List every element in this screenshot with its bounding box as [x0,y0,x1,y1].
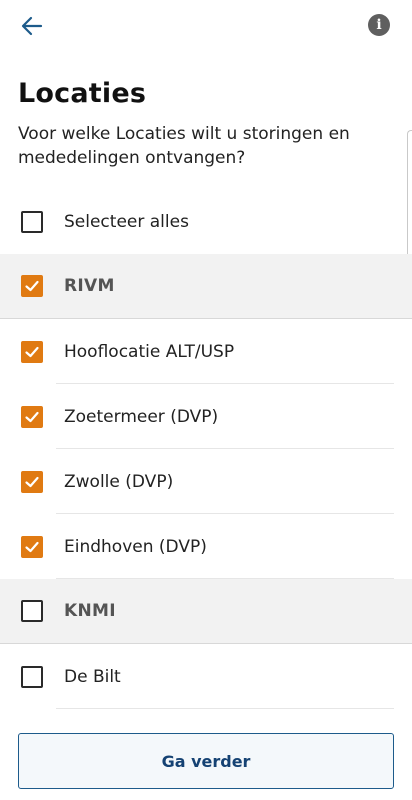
location-checkbox[interactable] [21,535,43,558]
group-checkbox[interactable] [21,275,43,297]
location-label: Eindhoven (DVP) [64,536,207,557]
checkmark-icon [25,346,39,357]
location-label: Hooflocatie ALT/USP [64,341,235,362]
location-checkbox[interactable] [21,470,43,493]
location-rows: RIVM Hooflocatie ALT/USP Zoetermeer (DVP) Z… [0,254,412,709]
location-item-row[interactable]: De Bilt [0,644,412,709]
info-circle-icon: i [376,17,382,33]
group-label: KNMI [64,601,116,621]
location-item-row[interactable]: Zwolle (DVP) [0,449,412,514]
select-all-row[interactable]: Selecteer alles [0,190,412,254]
top-bar: i [0,0,412,54]
location-checkbox[interactable] [21,340,43,363]
location-item-row[interactable]: Zoetermeer (DVP) [0,384,412,449]
arrow-left-icon [21,16,43,36]
continue-button-label: Ga verder [161,751,251,771]
location-checkbox[interactable] [21,665,43,688]
location-label: Zoetermeer (DVP) [64,406,219,427]
continue-button[interactable]: Ga verder [18,733,394,789]
back-button[interactable] [14,10,50,42]
location-group-row[interactable]: RIVM [0,254,412,319]
select-all-checkbox[interactable] [21,211,43,233]
location-checkbox[interactable] [21,405,43,428]
group-label: RIVM [64,276,115,296]
location-label: Zwolle (DVP) [64,471,174,492]
location-label: De Bilt [64,666,121,687]
checkmark-icon [25,411,39,422]
group-checkbox[interactable] [21,600,43,622]
select-all-label: Selecteer alles [64,212,189,232]
checkmark-icon [25,541,39,552]
location-list: Selecteer alles RIVM Hooflocatie ALT/USP Z… [0,190,412,720]
location-item-row[interactable]: Eindhoven (DVP) [0,514,412,579]
location-item-row[interactable]: Hooflocatie ALT/USP [0,319,412,384]
location-group-row[interactable]: KNMI [0,579,412,644]
checkmark-icon [25,476,39,487]
checkmark-icon [25,280,39,292]
locations-screen: i Locaties Voor welke Locaties wilt u st… [0,0,412,800]
page-subtitle: Voor welke Locaties wilt u storingen en … [18,124,350,168]
page-title: Locaties [18,78,147,109]
info-button[interactable]: i [368,14,390,36]
